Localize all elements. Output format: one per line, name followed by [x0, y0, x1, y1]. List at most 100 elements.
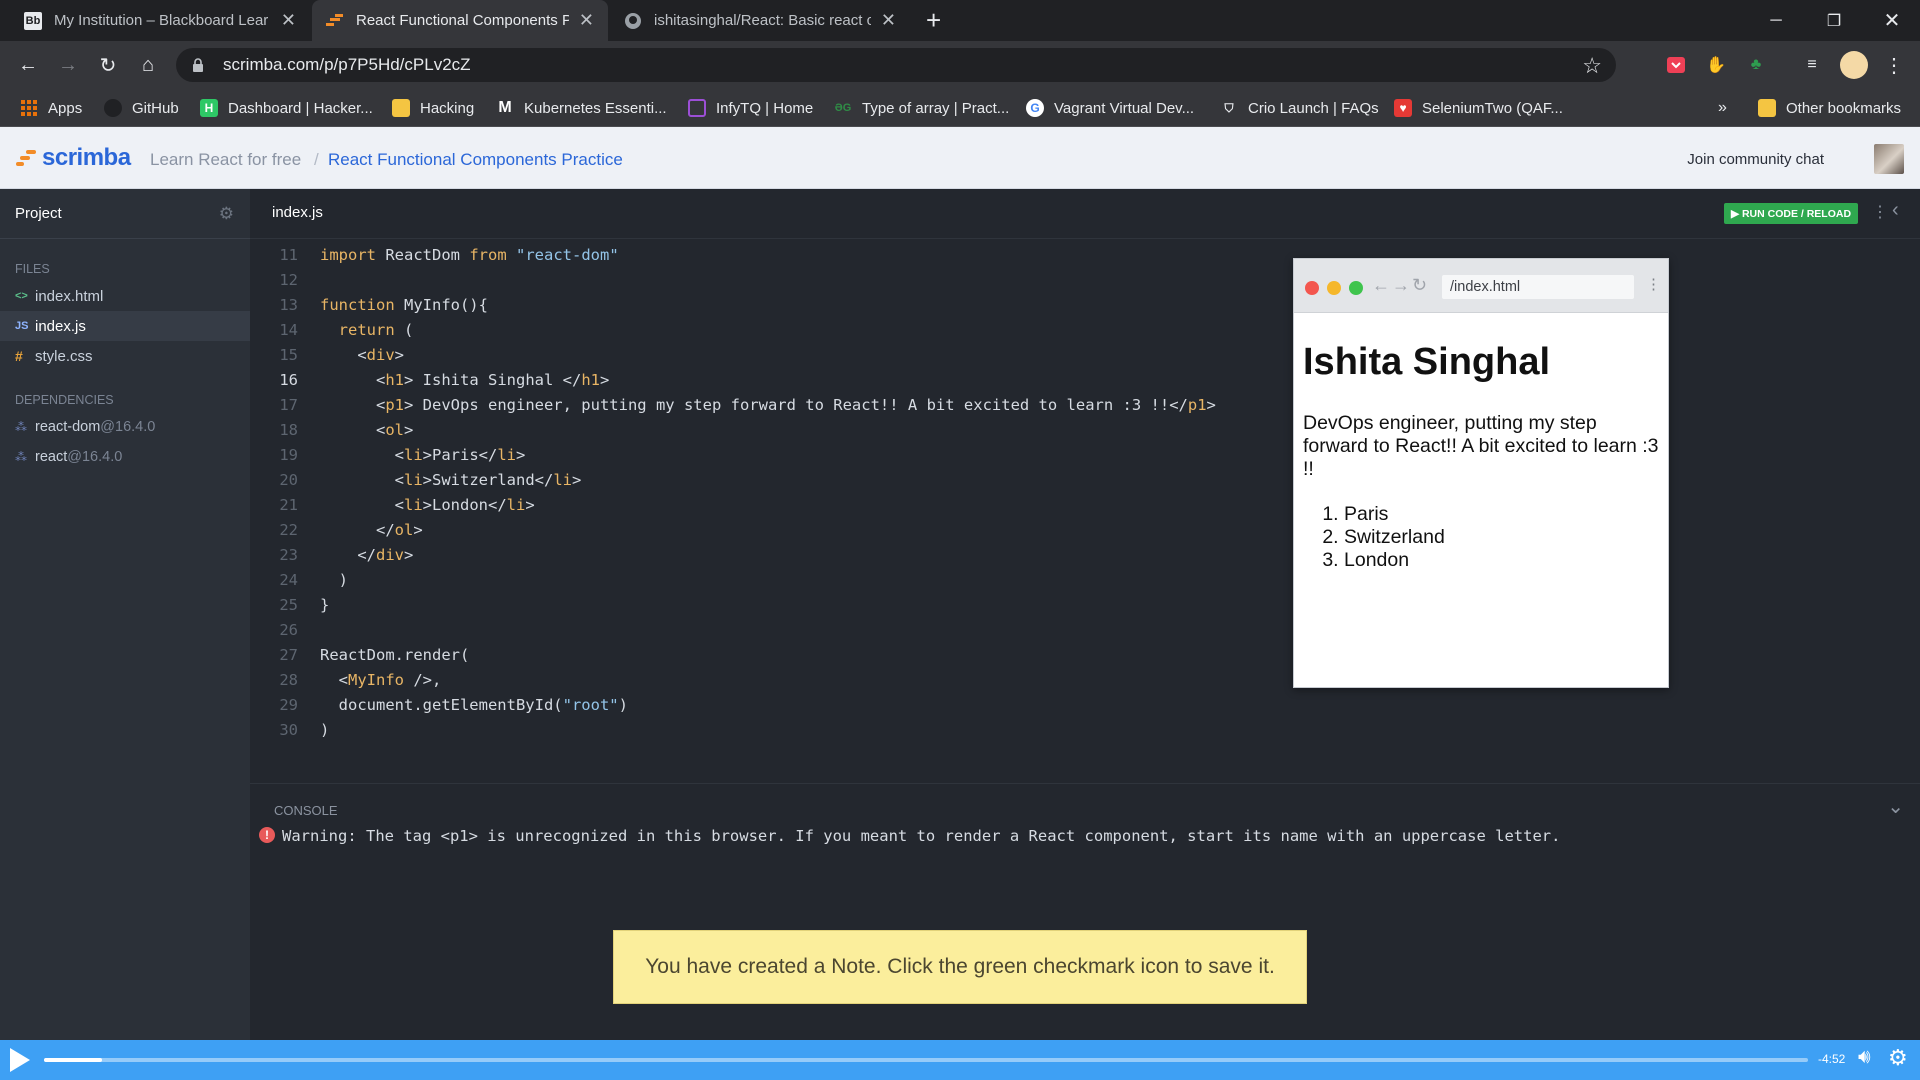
bookmark-hackerrank[interactable]: H Dashboard | Hacker...	[200, 98, 373, 118]
run-code-button[interactable]: ▶ RUN CODE / RELOAD	[1724, 203, 1858, 224]
file-style-css[interactable]: # style.css	[0, 341, 250, 371]
bookmark-crio[interactable]: ⛉ Crio Launch | FAQs	[1220, 98, 1378, 118]
window-close-icon[interactable]: ✕	[1864, 0, 1920, 41]
dependency-version: @16.4.0	[100, 419, 156, 435]
browser-menu-icon[interactable]: ⋮	[1882, 53, 1906, 77]
gfg-icon: ƏG	[834, 102, 852, 114]
minimize-dot-icon	[1327, 281, 1341, 295]
list-item: Paris	[1344, 503, 1445, 526]
html-file-icon: <>	[15, 290, 28, 302]
breadcrumb-separator: /	[314, 150, 319, 169]
project-sidebar: Project ⚙ FILES <> index.html JS index.j…	[0, 189, 250, 1040]
dependencies-heading: DEPENDENCIES	[15, 393, 114, 407]
bookmark-github[interactable]: GitHub	[104, 98, 179, 118]
user-avatar[interactable]	[1874, 144, 1904, 174]
code-line: 11 import ReactDom from "react-dom"	[250, 243, 1290, 268]
browser-tab-strip: Bb My Institution – Blackboard Lear ✕ Re…	[0, 0, 1920, 41]
infytq-icon	[688, 99, 706, 117]
file-name: style.css	[35, 347, 93, 365]
gear-icon[interactable]: ⚙	[219, 204, 234, 224]
bookmark-label: GitHub	[132, 99, 179, 117]
editor-area: index.js ▶ RUN CODE / RELOAD ⋮ ‹ 11 impor…	[250, 189, 1920, 1040]
scrimba-logo[interactable]: scrimba	[16, 144, 131, 172]
home-icon[interactable]: ⌂	[134, 51, 162, 79]
folder-icon	[1758, 99, 1776, 117]
other-bookmarks[interactable]: Other bookmarks	[1758, 98, 1901, 118]
back-icon[interactable]: ←	[14, 51, 42, 79]
restore-icon[interactable]: ❐	[1806, 0, 1862, 41]
code-line: 18 <ol>	[250, 418, 1290, 443]
dependency-name: react-dom	[35, 419, 101, 435]
line-number: 20	[279, 471, 298, 489]
more-options-icon[interactable]: ⋮	[1872, 202, 1888, 222]
extension-icon[interactable]: ♣	[1744, 53, 1768, 77]
line-number: 30	[279, 721, 298, 739]
tab-github[interactable]: ishitasinghal/React: Basic react c ✕	[610, 0, 910, 41]
line-number: 14	[279, 321, 298, 339]
media-control-icon[interactable]: ≡	[1800, 53, 1824, 77]
preview-toolbar: ←→↻ /index.html ⋮	[1294, 259, 1668, 313]
extension-icon[interactable]: ✋	[1704, 53, 1728, 77]
more-options-icon[interactable]: ⋮	[1646, 275, 1661, 293]
tab-title: My Institution – Blackboard Lear	[54, 12, 269, 29]
maximize-dot-icon	[1349, 281, 1363, 295]
bookmark-infytq[interactable]: InfyTQ | Home	[688, 98, 813, 118]
close-icon[interactable]: ✕	[881, 10, 896, 31]
chevron-left-icon[interactable]: ‹	[1892, 199, 1899, 222]
code-text: </ol>	[320, 521, 423, 539]
chevron-down-icon[interactable]: ⌄	[1887, 794, 1904, 819]
gear-icon[interactable]: ⚙	[1888, 1045, 1908, 1071]
bookmark-apps[interactable]: Apps	[20, 98, 82, 118]
breadcrumb-course[interactable]: Learn React for free	[150, 150, 301, 170]
forward-icon[interactable]: →	[54, 51, 82, 79]
volume-icon[interactable]: 🔊︎	[1858, 1046, 1871, 1069]
code-text: )	[320, 571, 348, 589]
line-number: 24	[279, 571, 298, 589]
bookmark-hacking[interactable]: Hacking	[392, 98, 474, 118]
close-icon[interactable]: ✕	[579, 10, 594, 31]
bookmark-kubernetes[interactable]: M Kubernetes Essenti...	[496, 98, 666, 118]
tab-scrimba[interactable]: React Functional Components Pr ✕	[312, 0, 608, 41]
line-number: 22	[279, 521, 298, 539]
minimize-icon[interactable]: ─	[1748, 0, 1804, 41]
new-tab-button[interactable]: +	[918, 0, 958, 41]
github-icon	[104, 99, 122, 117]
line-number: 15	[279, 346, 298, 364]
file-index-html[interactable]: <> index.html	[0, 281, 250, 311]
code-editor[interactable]: 11 import ReactDom from "react-dom" 12 13 fu…	[250, 243, 1290, 743]
editor-file-tab[interactable]: index.js	[272, 204, 323, 221]
bookmark-vagrant[interactable]: G Vagrant Virtual Dev...	[1026, 98, 1194, 118]
bookmarks-overflow-button[interactable]: »	[1718, 98, 1727, 118]
close-icon[interactable]: ✕	[281, 10, 296, 31]
list-item: Switzerland	[1344, 526, 1445, 549]
code-text: ReactDom.render(	[320, 646, 470, 664]
play-icon[interactable]	[10, 1048, 30, 1072]
preview-nav-icons[interactable]: ←→↻	[1372, 275, 1429, 296]
line-number: 18	[279, 421, 298, 439]
file-index-js[interactable]: JS index.js	[0, 311, 250, 341]
code-line: 15 <div>	[250, 343, 1290, 368]
code-line: 21 <li>London</li>	[250, 493, 1290, 518]
bookmark-selenium[interactable]: ♥ SeleniumTwo (QAF...	[1394, 98, 1563, 118]
preview-paragraph: DevOps engineer, putting my step forward…	[1303, 412, 1659, 480]
join-community-link[interactable]: Join community chat	[1687, 151, 1824, 168]
code-text: <li>Paris</li>	[320, 446, 526, 464]
editor-tab-bar: index.js ▶ RUN CODE / RELOAD ⋮ ‹	[250, 189, 1920, 239]
code-text: return (	[338, 321, 414, 339]
dependency-react-dom[interactable]: ⁂ react-dom @16.4.0	[0, 412, 250, 442]
progress-track[interactable]	[44, 1058, 1808, 1062]
js-file-icon: JS	[15, 320, 29, 332]
bookmark-star-icon[interactable]: ☆	[1582, 53, 1602, 79]
close-dot-icon	[1305, 281, 1319, 295]
reload-icon[interactable]: ↻	[94, 51, 122, 79]
address-bar[interactable]: scrimba.com/p/p7P5Hd/cPLv2cZ ☆	[176, 48, 1616, 82]
bookmark-geeksforgeeks[interactable]: ƏG Type of array | Pract...	[834, 98, 1010, 118]
tab-title: React Functional Components Pr	[356, 12, 569, 29]
profile-avatar[interactable]	[1840, 51, 1868, 79]
preview-heading: Ishita Singhal	[1303, 341, 1551, 383]
line-number: 19	[279, 446, 298, 464]
tab-blackboard[interactable]: Bb My Institution – Blackboard Lear ✕	[10, 0, 310, 41]
dependency-react[interactable]: ⁂ react @16.4.0	[0, 442, 250, 472]
code-line: 14 return (	[250, 318, 1290, 343]
pocket-extension-icon[interactable]	[1664, 53, 1688, 77]
